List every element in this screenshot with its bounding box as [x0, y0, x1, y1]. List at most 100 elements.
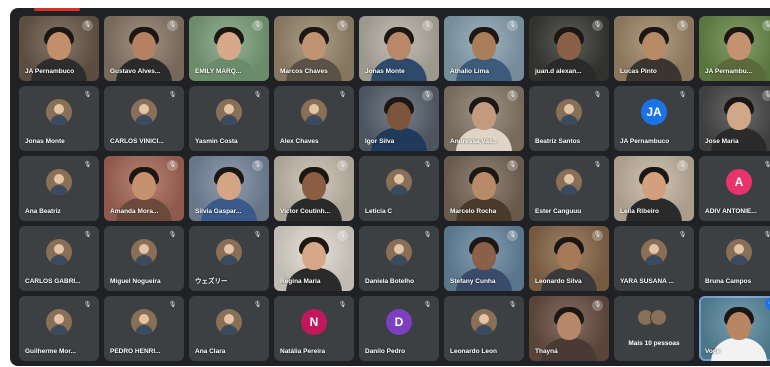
participant-tile[interactable]: Jonas Monte 🎙 — [359, 16, 439, 81]
participant-name: Thayná — [535, 348, 558, 355]
participant-tile[interactable]: Regina Maria 🎙 — [274, 226, 354, 291]
more-options-icon[interactable]: ⋯ — [765, 298, 770, 310]
more-participants-label: Mais 10 pessoas — [628, 340, 680, 347]
mic-muted-icon: 🎙 — [422, 90, 433, 101]
participant-tile[interactable]: JA Pernambu... 🎙 — [699, 16, 770, 81]
participant-tile[interactable]: CARLOS GABRI... 🎙 — [19, 226, 99, 291]
participant-name: Ester Canguuu — [535, 208, 582, 215]
participant-tile[interactable]: Mais 10 pessoas — [614, 296, 694, 361]
mic-muted-icon: 🎙 — [762, 20, 770, 31]
participant-name: CARLOS GABRI... — [25, 278, 81, 285]
mic-muted-icon: 🎙 — [592, 230, 603, 241]
participant-tile[interactable]: Andressa Vas... 🎙 — [444, 86, 524, 151]
participant-tile[interactable]: Amanda Mora... 🎙 — [104, 156, 184, 221]
letter-avatar: A — [726, 169, 752, 195]
self-video-tile[interactable]: Você ⋯ — [699, 296, 770, 361]
participant-name: Igor Silva — [365, 138, 395, 145]
participant-name: Amanda Mora... — [110, 208, 159, 215]
participant-name: Athalio Lima — [450, 68, 490, 75]
mic-muted-icon: 🎙 — [678, 232, 687, 238]
participant-name: Você — [705, 348, 721, 355]
participant-tile[interactable]: CARLOS VINICI... 🎙 — [104, 86, 184, 151]
participant-tile[interactable]: EMILY MARQ... 🎙 — [189, 16, 269, 81]
profile-photo-avatar — [46, 169, 72, 195]
participant-name: Marcos Chaves — [280, 68, 328, 75]
participant-name: Stefany Cunha — [450, 278, 496, 285]
profile-photo-avatar — [471, 309, 497, 335]
participant-tile[interactable]: Guilherme Mor... 🎙 — [19, 296, 99, 361]
mic-muted-icon: 🎙 — [252, 160, 263, 171]
mic-muted-icon: 🎙 — [167, 20, 178, 31]
participant-name: Marcelo Rocha — [450, 208, 497, 215]
participant-tile[interactable]: D Danilo Pedro 🎙 — [359, 296, 439, 361]
participant-tile[interactable]: Ester Canguuu 🎙 — [529, 156, 609, 221]
participant-tile[interactable]: Leonardo Leon 🎙 — [444, 296, 524, 361]
participant-tile[interactable]: Athalio Lima 🎙 — [444, 16, 524, 81]
participant-tile[interactable]: ウェズリー 🎙 — [189, 226, 269, 291]
mic-muted-icon: 🎙 — [168, 232, 177, 238]
participant-tile[interactable]: Victor Coutinh... 🎙 — [274, 156, 354, 221]
mic-muted-icon: 🎙 — [592, 300, 603, 311]
mic-muted-icon: 🎙 — [83, 162, 92, 168]
participant-tile[interactable]: Bruna Campos 🎙 — [699, 226, 770, 291]
participant-name: Natália Pereira — [280, 348, 326, 355]
participant-name: JA Pernambuco — [620, 138, 670, 145]
participant-tile[interactable]: Leonardo Silva 🎙 — [529, 226, 609, 291]
profile-photo-avatar — [131, 309, 157, 335]
participant-tile[interactable]: Marcelo Rocha 🎙 — [444, 156, 524, 221]
participant-tile[interactable]: Igor Silva 🎙 — [359, 86, 439, 151]
participant-tile[interactable]: Lucas Pinto 🎙 — [614, 16, 694, 81]
participant-tile[interactable]: Alex Chaves 🎙 — [274, 86, 354, 151]
mic-muted-icon: 🎙 — [252, 20, 263, 31]
profile-photo-avatar — [556, 99, 582, 125]
participant-name: JA Pernambu... — [705, 68, 753, 75]
participant-name: Silvia Gaspar... — [195, 208, 242, 215]
mic-muted-icon: 🎙 — [83, 232, 92, 238]
participant-tile[interactable]: YARA SUSANA ... 🎙 — [614, 226, 694, 291]
participant-grid: JA Pernambuco 🎙 Gustavo Alves... 🎙 EMILY MAR… — [19, 16, 770, 361]
participant-name: Ana Beatriz — [25, 208, 61, 215]
participant-tile[interactable]: A ADIV ANTONIE... 🎙 — [699, 156, 770, 221]
mic-muted-icon: 🎙 — [168, 92, 177, 98]
participant-name: Guilherme Mor... — [25, 348, 76, 355]
participant-tile[interactable]: Beatriz Santos 🎙 — [529, 86, 609, 151]
participant-tile[interactable]: Ana Beatriz 🎙 — [19, 156, 99, 221]
profile-photo-avatar — [556, 169, 582, 195]
participant-tile[interactable]: Stefany Cunha 🎙 — [444, 226, 524, 291]
participant-tile[interactable]: N Natália Pereira 🎙 — [274, 296, 354, 361]
participant-tile[interactable]: Miguel Nogueira 🎙 — [104, 226, 184, 291]
mic-muted-icon: 🎙 — [677, 160, 688, 171]
participant-tile[interactable]: Marcos Chaves 🎙 — [274, 16, 354, 81]
profile-photo-avatar — [386, 239, 412, 265]
participant-tile[interactable]: Leila Ribeiro 🎙 — [614, 156, 694, 221]
participant-tile[interactable]: Ana Clara 🎙 — [189, 296, 269, 361]
participant-tile[interactable]: JA Pernambuco 🎙 — [19, 16, 99, 81]
participant-tile[interactable]: JA JA Pernambuco 🎙 — [614, 86, 694, 151]
participant-name: Andressa Vas... — [450, 138, 499, 145]
profile-photo-avatar — [216, 239, 242, 265]
participant-tile[interactable]: PEDRO HENRI... 🎙 — [104, 296, 184, 361]
participant-name: YARA SUSANA ... — [620, 278, 674, 285]
participant-tile[interactable]: Gustavo Alves... 🎙 — [104, 16, 184, 81]
letter-avatar: N — [301, 309, 327, 335]
profile-photo-avatar — [131, 239, 157, 265]
participant-name: Jonas Monte — [365, 68, 405, 75]
participant-tile[interactable]: Thayná 🎙 — [529, 296, 609, 361]
participant-tile[interactable]: Daniela Botelho 🎙 — [359, 226, 439, 291]
mic-muted-icon: 🎙 — [507, 90, 518, 101]
mic-muted-icon: 🎙 — [507, 20, 518, 31]
participant-tile[interactable]: Jonas Monte 🎙 — [19, 86, 99, 151]
participant-tile[interactable]: juan.d alexan... 🎙 — [529, 16, 609, 81]
participant-name: Danilo Pedro — [365, 348, 406, 355]
profile-photo-avatar — [216, 99, 242, 125]
mic-muted-icon: 🎙 — [763, 232, 770, 238]
participant-tile[interactable]: Leticia C 🎙 — [359, 156, 439, 221]
participant-tile[interactable]: Yasmin Costa 🎙 — [189, 86, 269, 151]
mic-muted-icon: 🎙 — [678, 92, 687, 98]
mic-muted-icon: 🎙 — [762, 90, 770, 101]
participant-tile[interactable]: Silvia Gaspar... 🎙 — [189, 156, 269, 221]
mic-muted-icon: 🎙 — [168, 302, 177, 308]
participant-name: PEDRO HENRI... — [110, 348, 161, 355]
participant-name: Ana Clara — [195, 348, 226, 355]
participant-tile[interactable]: Jose Maria 🎙 — [699, 86, 770, 151]
